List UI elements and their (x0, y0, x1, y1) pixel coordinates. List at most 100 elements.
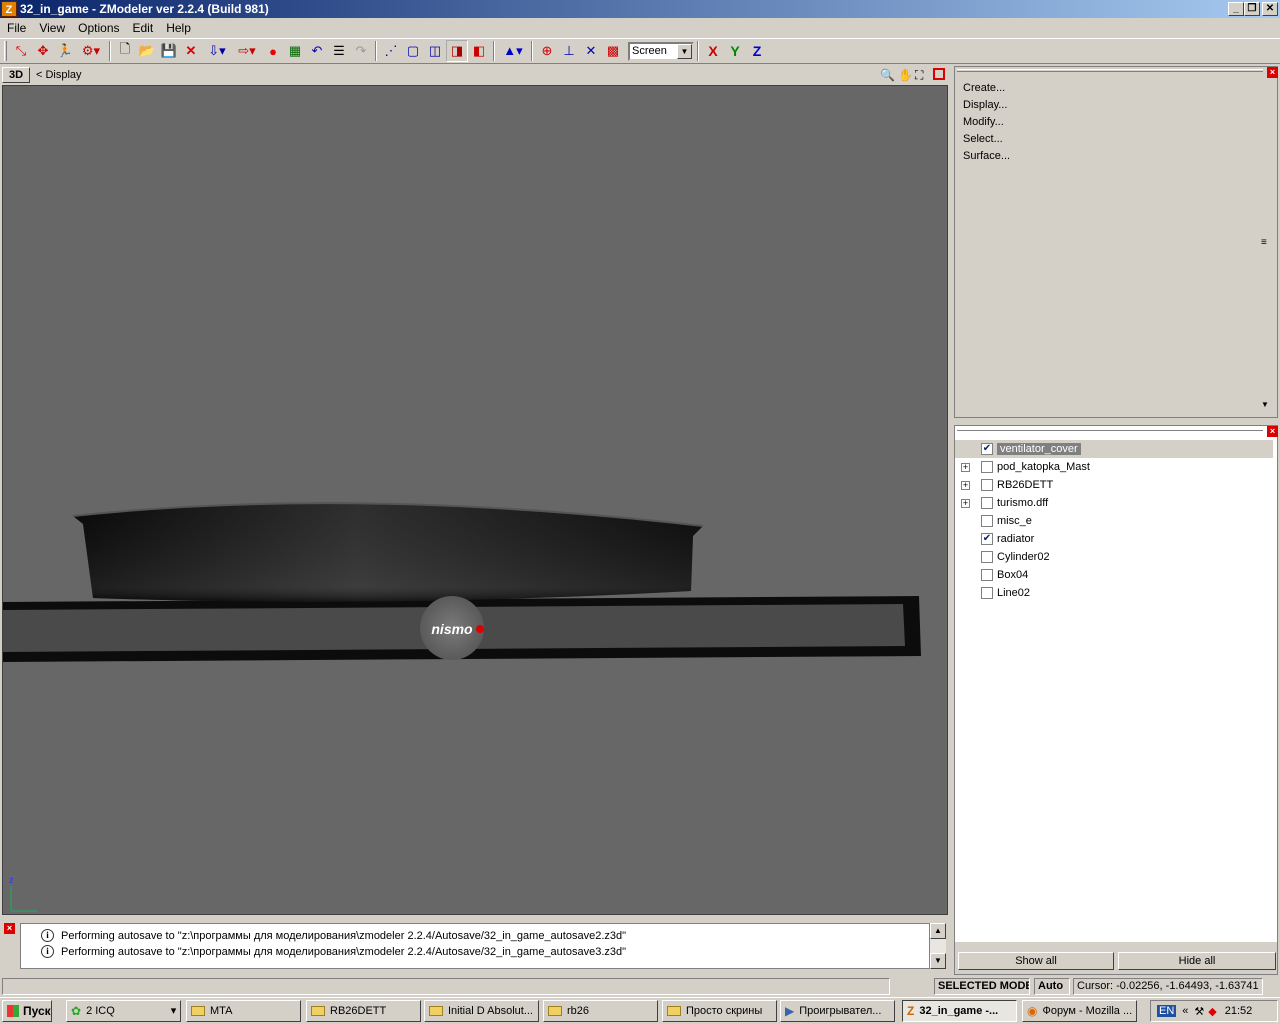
cmd-create[interactable]: Create... (963, 82, 1005, 94)
taskbar-button[interactable]: RB26DETT (306, 1000, 421, 1022)
antivirus-icon[interactable]: ◆ (1208, 1005, 1216, 1018)
cmd-select[interactable]: Select... (963, 133, 1003, 145)
new-file-icon[interactable]: 🗋 (114, 40, 136, 62)
cylinder-mode-icon[interactable]: ◫ (424, 40, 446, 62)
object-tree-item[interactable]: misc_e (955, 512, 1273, 530)
axis-x-toggle[interactable]: X (702, 43, 724, 59)
properties-icon[interactable]: ☰ (328, 40, 350, 62)
taskbar-button[interactable]: ✿ 2 ICQ ▾ (66, 1000, 181, 1022)
taskbar-button[interactable]: rb26 (543, 1000, 658, 1022)
render-icon[interactable]: ▦ (284, 40, 306, 62)
coord-system-select[interactable]: Screen ▼ (628, 41, 694, 61)
box-mode-icon[interactable]: ▢ (402, 40, 424, 62)
visibility-checkbox[interactable] (981, 569, 993, 581)
visibility-checkbox[interactable] (981, 497, 993, 509)
undo-icon[interactable]: ↶ (306, 40, 328, 62)
object-tree-item[interactable]: Cylinder02 (955, 548, 1273, 566)
viewport-mode-button[interactable]: 3D (2, 67, 30, 83)
axis-dropdown-icon[interactable]: ▲▾ (498, 40, 528, 62)
close-icon[interactable]: × (4, 923, 15, 934)
chevron-down-icon[interactable]: ▾ (171, 1001, 177, 1021)
select-tool-icon[interactable]: ⤡ (10, 40, 32, 62)
log-area[interactable]: i Performing autosave to "z:\программы д… (20, 923, 930, 969)
cmd-surface[interactable]: Surface... (963, 150, 1010, 162)
close-icon[interactable]: × (1267, 67, 1278, 78)
pan-hand-icon[interactable]: ✋ (898, 68, 913, 82)
panel-grip[interactable] (957, 69, 1263, 72)
taskbar-button[interactable]: ◉ Форум - Mozilla ... (1022, 1000, 1137, 1022)
record-icon[interactable]: ● (262, 40, 284, 62)
delete-icon[interactable]: ✕ (180, 40, 202, 62)
import-dropdown-icon[interactable]: ⇩▾ (202, 40, 232, 62)
menu-help[interactable]: Help (159, 21, 197, 35)
axis-lock-icon[interactable]: ⊥ (558, 40, 580, 62)
3d-viewport[interactable]: nismo z (2, 85, 948, 915)
expand-plus-icon[interactable]: + (961, 498, 970, 508)
taskbar-button[interactable]: Просто скрины (662, 1000, 777, 1022)
axis-y-toggle[interactable]: Y (724, 43, 746, 59)
start-button[interactable]: Пуск (2, 1000, 52, 1022)
object-tree-item[interactable]: + pod_katopka_Mast (955, 458, 1273, 476)
hide-all-button[interactable]: Hide all (1118, 952, 1276, 970)
visibility-checkbox[interactable] (981, 551, 993, 563)
object-tree-item[interactable]: + RB26DETT (955, 476, 1273, 494)
face-mode-icon[interactable]: ◧ (468, 40, 490, 62)
save-icon[interactable]: 💾 (158, 40, 180, 62)
object-tree-item[interactable]: Box04 (955, 566, 1273, 584)
clock[interactable]: 21:52 (1225, 1005, 1253, 1017)
taskbar-button[interactable]: ▶ Проигрывател... (780, 1000, 895, 1022)
axis-z-toggle[interactable]: Z (746, 43, 768, 59)
visibility-checkbox[interactable] (981, 515, 993, 527)
cmd-display[interactable]: Display... (963, 99, 1007, 111)
taskbar-button[interactable]: Initial D Absolut... (424, 1000, 539, 1022)
scroll-down-icon[interactable]: ▼ (930, 953, 946, 969)
close-icon[interactable]: × (1267, 426, 1278, 437)
object-tree-item[interactable]: + turismo.dff (955, 494, 1273, 512)
expand-plus-icon[interactable]: + (961, 462, 970, 472)
log-scrollbar[interactable]: ▲ ▼ (930, 923, 946, 969)
cmd-modify[interactable]: Modify... (963, 116, 1004, 128)
splitter-icon[interactable]: ≡ (1261, 237, 1267, 248)
object-tree-item[interactable]: ✔ radiator (955, 530, 1273, 548)
language-indicator[interactable]: EN (1157, 1005, 1177, 1017)
taskbar-button[interactable]: MTA (186, 1000, 301, 1022)
object-tree-item[interactable]: ✔ ventilator_cover (955, 440, 1273, 458)
zoom-icon[interactable]: 🔍 (880, 68, 895, 82)
toolbar-grip[interactable] (4, 41, 7, 61)
restore-button[interactable]: ❐ (1244, 2, 1260, 16)
network-icon[interactable]: ⚒ (1194, 1005, 1204, 1018)
visibility-checkbox[interactable] (981, 461, 993, 473)
object-tree-item[interactable]: Line02 (955, 584, 1273, 602)
figure-tool-icon[interactable]: 🏃 (54, 40, 76, 62)
snap-icon[interactable]: ⊕ (536, 40, 558, 62)
maximize-viewport-icon[interactable]: ⛶ (915, 68, 923, 83)
taskbar-button[interactable]: Z 32_in_game -... (902, 1000, 1017, 1022)
vertex-mode-icon[interactable]: ⋰ (380, 40, 402, 62)
viewport-close-icon[interactable] (933, 68, 945, 80)
visibility-checkbox[interactable] (981, 479, 993, 491)
scale-icon[interactable]: ✕ (580, 40, 602, 62)
scroll-up-icon[interactable]: ▲ (930, 923, 946, 939)
scroll-down-icon[interactable]: ▼ (1261, 400, 1269, 409)
menu-view[interactable]: View (32, 21, 71, 35)
expand-plus-icon[interactable]: + (961, 480, 970, 490)
grid-icon[interactable]: ▩ (602, 40, 624, 62)
menu-edit[interactable]: Edit (126, 21, 160, 35)
open-folder-icon[interactable]: 📂 (136, 40, 158, 62)
tray-expand-icon[interactable]: « (1182, 1005, 1188, 1017)
redo-icon[interactable]: ↷ (350, 40, 372, 62)
show-all-button[interactable]: Show all (958, 952, 1114, 970)
object-mode-icon[interactable]: ◨ (446, 40, 468, 62)
minimize-button[interactable]: _ (1228, 2, 1244, 16)
chevron-down-icon[interactable]: ▼ (677, 43, 692, 59)
viewport-display-label[interactable]: < Display (36, 69, 82, 81)
visibility-checkbox[interactable] (981, 587, 993, 599)
export-dropdown-icon[interactable]: ⇨▾ (232, 40, 262, 62)
visibility-checkbox[interactable]: ✔ (981, 533, 993, 545)
menu-options[interactable]: Options (71, 21, 125, 35)
panel-grip[interactable] (957, 428, 1263, 431)
visibility-checkbox[interactable]: ✔ (981, 443, 993, 455)
transform-dropdown-icon[interactable]: ⚙▾ (76, 40, 106, 62)
menu-file[interactable]: File (0, 21, 32, 35)
close-button[interactable]: ✕ (1262, 2, 1278, 16)
